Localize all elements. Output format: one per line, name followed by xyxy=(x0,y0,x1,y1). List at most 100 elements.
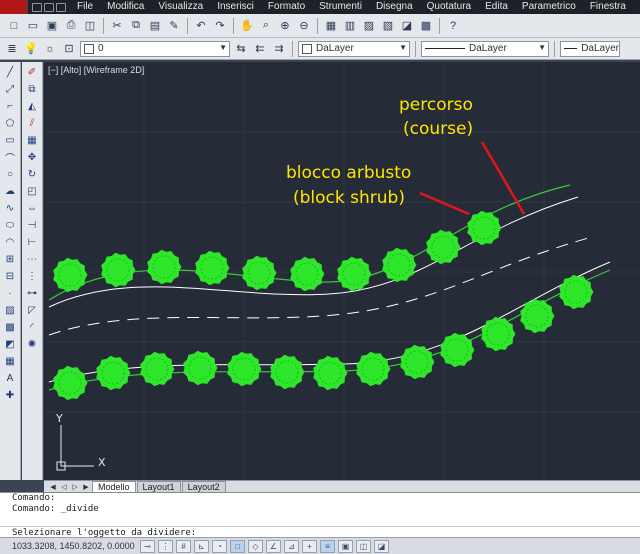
shrub-block[interactable] xyxy=(313,355,348,391)
mirror-icon[interactable]: ◭ xyxy=(25,99,39,114)
rectangle-icon[interactable]: ▭ xyxy=(3,133,17,148)
markup-icon[interactable]: ◪ xyxy=(399,18,415,34)
tab-model[interactable]: Modello xyxy=(92,481,136,492)
stretch-icon[interactable]: ⇔ xyxy=(25,201,39,216)
multiline-text-icon[interactable]: A xyxy=(3,371,17,386)
shrub-block[interactable] xyxy=(337,256,372,292)
insert-block-icon[interactable]: ⊞ xyxy=(3,252,17,267)
ellipse-icon[interactable]: ⬭ xyxy=(3,218,17,233)
copy-object-icon[interactable]: ⧉ xyxy=(25,82,39,97)
explode-icon[interactable]: ✺ xyxy=(25,337,39,352)
shrub-block[interactable] xyxy=(356,351,391,387)
lineweight-icon[interactable]: ≡ xyxy=(320,539,335,553)
line-icon[interactable]: ╱ xyxy=(3,65,17,80)
table-icon[interactable]: ▦ xyxy=(3,354,17,369)
layer-state-icon[interactable]: ⇉ xyxy=(271,41,287,57)
redo-icon[interactable]: ↷ xyxy=(212,18,228,34)
shrub-block[interactable] xyxy=(53,257,88,293)
new-icon[interactable]: □ xyxy=(6,18,22,34)
chamfer-icon[interactable]: ◸ xyxy=(25,303,39,318)
offset-icon[interactable]: ⫽ xyxy=(25,116,39,131)
undo-icon[interactable]: ↶ xyxy=(193,18,209,34)
shrub-block[interactable] xyxy=(183,350,218,386)
shrub-block[interactable] xyxy=(227,351,262,387)
viewport-controls-label[interactable]: [−] [Alto] [Wireframe 2D] xyxy=(48,65,144,75)
region-icon[interactable]: ◩ xyxy=(3,337,17,352)
construction-line-icon[interactable]: ⤢ xyxy=(3,82,17,97)
shrub-block[interactable] xyxy=(270,354,305,390)
trim-icon[interactable]: ⊣ xyxy=(25,218,39,233)
menu-item-quotatura[interactable]: Quotatura xyxy=(420,0,478,14)
lightbulb-icon[interactable]: 💡 xyxy=(23,41,39,57)
zoom-previous-icon[interactable]: ⊖ xyxy=(296,18,312,34)
break-at-point-icon[interactable]: ⋯ xyxy=(25,252,39,267)
revcloud-icon[interactable]: ☁ xyxy=(3,184,17,199)
add-selected-icon[interactable]: ✚ xyxy=(3,388,17,403)
menu-item-formato[interactable]: Formato xyxy=(261,0,312,14)
shrub-block[interactable] xyxy=(382,247,417,283)
shrub-block[interactable] xyxy=(195,250,230,286)
next-tab-arrow-icon[interactable]: ▷ xyxy=(70,483,80,492)
menu-item-inserisci[interactable]: Inserisci xyxy=(210,0,261,14)
infer-constraints-icon[interactable]: ⊸ xyxy=(140,539,155,553)
road-edge-upper[interactable] xyxy=(48,196,579,308)
object-snap-tracking-icon[interactable]: ∠ xyxy=(266,539,281,553)
help-icon[interactable]: ? xyxy=(445,18,461,34)
snap-mode-icon[interactable]: ⋮ xyxy=(158,539,173,553)
hatch-icon[interactable]: ▨ xyxy=(3,303,17,318)
gradient-icon[interactable]: ▩ xyxy=(3,320,17,335)
circle-icon[interactable]: ○ xyxy=(3,167,17,182)
prev-tab-arrow-icon[interactable]: ◁ xyxy=(59,483,69,492)
zoom-window-icon[interactable]: ⊕ xyxy=(277,18,293,34)
layer-properties-icon[interactable]: ≣ xyxy=(4,41,20,57)
menu-item-visualizza[interactable]: Visualizza xyxy=(151,0,210,14)
paste-icon[interactable]: ▤ xyxy=(147,18,163,34)
scale-icon[interactable]: ◰ xyxy=(25,184,39,199)
shrub-block[interactable] xyxy=(440,332,475,368)
shrub-block[interactable] xyxy=(242,255,277,291)
menu-item-edita[interactable]: Edita xyxy=(478,0,515,14)
design-center-icon[interactable]: ▥ xyxy=(342,18,358,34)
shrub-block[interactable] xyxy=(101,252,136,288)
selection-cycling-icon[interactable]: ◪ xyxy=(374,539,389,553)
transparency-icon[interactable]: ▣ xyxy=(338,539,353,553)
coordinate-readout[interactable]: 1033.3208, 1450.8202, 0.0000 xyxy=(0,541,140,551)
save-icon[interactable] xyxy=(56,2,66,12)
zoom-realtime-icon[interactable]: ⌕ xyxy=(258,18,274,34)
cut-icon[interactable]: ✂ xyxy=(109,18,125,34)
fillet-icon[interactable]: ◜ xyxy=(25,320,39,335)
rotate-icon[interactable]: ↻ xyxy=(25,167,39,182)
drawing-canvas[interactable]: percorso (course) blocco arbusto (block … xyxy=(44,62,640,480)
open-file-icon[interactable] xyxy=(44,2,54,12)
open-icon[interactable]: ▭ xyxy=(25,18,41,34)
erase-icon[interactable]: ✐ xyxy=(25,65,39,80)
menu-item-parametrico[interactable]: Parametrico xyxy=(515,0,583,14)
shrub-block[interactable] xyxy=(147,249,182,285)
sheet-set-icon[interactable]: ▧ xyxy=(380,18,396,34)
tool-palettes-icon[interactable]: ▨ xyxy=(361,18,377,34)
linetype-dropdown[interactable]: DaLayer ▼ xyxy=(421,40,549,57)
polyline-icon[interactable]: ⌐ xyxy=(3,99,17,114)
color-dropdown[interactable]: DaLayer ▼ xyxy=(298,40,410,57)
polar-tracking-icon[interactable]: ◔ xyxy=(212,539,227,553)
preview-icon[interactable]: ◫ xyxy=(82,18,98,34)
break-icon[interactable]: ⋮ xyxy=(25,269,39,284)
shrub-block[interactable] xyxy=(400,344,435,380)
shrub-block[interactable] xyxy=(467,210,502,246)
3d-object-snap-icon[interactable]: ◇ xyxy=(248,539,263,553)
grid-display-icon[interactable]: # xyxy=(176,539,191,553)
join-icon[interactable]: ⊶ xyxy=(25,286,39,301)
lineweight-dropdown[interactable]: DaLayer xyxy=(560,40,620,57)
save-icon[interactable]: ▣ xyxy=(44,18,60,34)
shrub-block[interactable] xyxy=(520,298,555,334)
last-tab-arrow-icon[interactable]: ▶ xyxy=(81,483,91,492)
array-icon[interactable]: ▦ xyxy=(25,133,39,148)
lock-icon[interactable]: ⊡ xyxy=(61,41,77,57)
shrub-block[interactable] xyxy=(290,256,325,292)
spline-icon[interactable]: ∿ xyxy=(3,201,17,216)
polygon-icon[interactable]: ⬠ xyxy=(3,116,17,131)
tab-layout1[interactable]: Layout1 xyxy=(136,481,181,492)
layer-dropdown[interactable]: 0 ▼ xyxy=(80,40,230,57)
make-block-icon[interactable]: ⊟ xyxy=(3,269,17,284)
tab-layout2[interactable]: Layout2 xyxy=(181,481,226,492)
